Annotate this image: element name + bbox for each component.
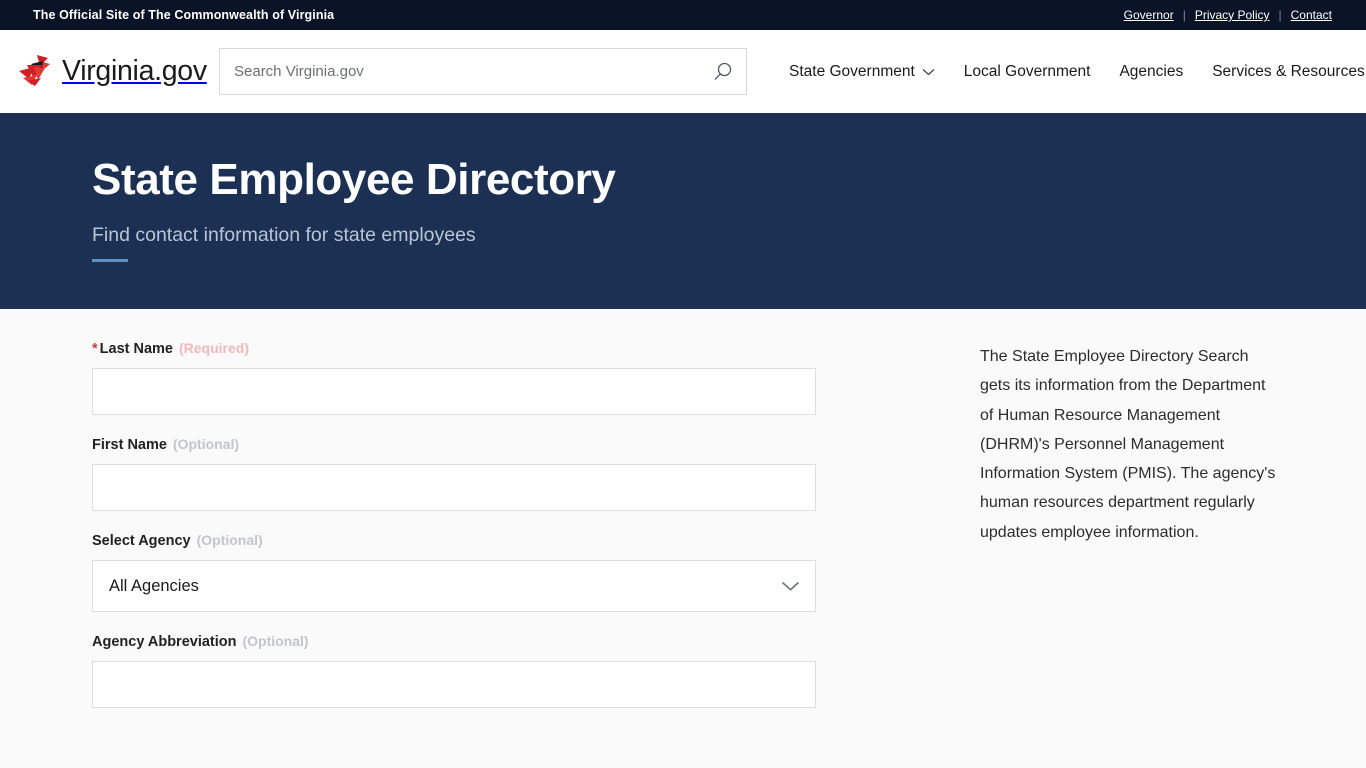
agency-select[interactable]: All Agencies (92, 560, 816, 612)
field-label-text: Agency Abbreviation (92, 634, 237, 650)
field-agency-abbreviation: Agency Abbreviation (Optional) (92, 633, 816, 708)
site-logo-text: Virginia.gov (62, 55, 207, 87)
first-name-input[interactable] (92, 464, 816, 511)
field-label-last-name: * Last Name (Required) (92, 340, 816, 357)
search-input[interactable] (219, 48, 747, 95)
page-content: * Last Name (Required) First Name (Optional… (0, 309, 1366, 729)
hero-accent-rule (92, 258, 128, 262)
field-required-tag: (Required) (179, 340, 249, 356)
field-label-first-name: First Name (Optional) (92, 436, 816, 453)
agency-select-value: All Agencies (92, 560, 816, 612)
utility-bar: The Official Site of The Commonwealth of… (0, 0, 1366, 30)
agency-abbreviation-input[interactable] (92, 661, 816, 708)
nav-item-local-government[interactable]: Local Government (964, 63, 1091, 81)
field-select-agency: Select Agency (Optional) All Agencies (92, 532, 816, 612)
utility-link-contact[interactable]: Contact (1282, 8, 1332, 22)
search-submit-button[interactable] (708, 57, 738, 87)
field-last-name: * Last Name (Required) (92, 340, 816, 415)
nav-item-agencies[interactable]: Agencies (1119, 63, 1183, 81)
search-icon (714, 62, 732, 80)
nav-item-services-resources[interactable]: Services & Resources (1212, 63, 1364, 81)
nav-item-label: State Government (789, 62, 915, 80)
site-header: Virginia.gov State Government Local Gove… (0, 30, 1366, 113)
utility-links: Governor | Privacy Policy | Contact (1115, 8, 1332, 22)
nav-item-label: Agencies (1119, 62, 1184, 80)
site-logo-link[interactable]: Virginia.gov (17, 54, 219, 89)
field-optional-tag: (Optional) (172, 436, 240, 452)
cardinal-logo-icon (19, 54, 50, 86)
nav-item-label: Services & Resources (1212, 62, 1365, 80)
utility-link-governor[interactable]: Governor (1115, 8, 1183, 22)
page-title: State Employee Directory (92, 155, 616, 204)
field-label-text: Last Name (99, 341, 173, 357)
utility-link-privacy-policy[interactable]: Privacy Policy (1186, 8, 1279, 22)
field-optional-tag: (Optional) (196, 532, 263, 548)
field-first-name: First Name (Optional) (92, 436, 816, 511)
info-sidebar: The State Employee Directory Search gets… (980, 309, 1280, 729)
page-subtitle: Find contact information for state emplo… (92, 223, 476, 246)
field-label-text: First Name (92, 437, 167, 453)
page-hero: State Employee Directory Find contact in… (0, 113, 1366, 309)
site-search (219, 48, 747, 95)
chevron-down-icon (922, 68, 935, 75)
field-label-text: Select Agency (92, 533, 191, 549)
required-asterisk: * (92, 341, 98, 357)
primary-navigation: State Government Local Government Agenci… (789, 63, 1365, 81)
field-optional-tag: (Optional) (242, 633, 309, 649)
field-label-select-agency: Select Agency (Optional) (92, 532, 816, 549)
official-site-notice: The Official Site of The Commonwealth of… (33, 8, 335, 22)
nav-item-label: Local Government (963, 62, 1091, 80)
employee-search-form: * Last Name (Required) First Name (Optional… (92, 309, 816, 729)
directory-source-description: The State Employee Directory Search gets… (980, 348, 1276, 541)
last-name-input[interactable] (92, 368, 816, 415)
nav-item-state-government[interactable]: State Government (789, 63, 935, 81)
field-label-agency-abbreviation: Agency Abbreviation (Optional) (92, 633, 816, 650)
